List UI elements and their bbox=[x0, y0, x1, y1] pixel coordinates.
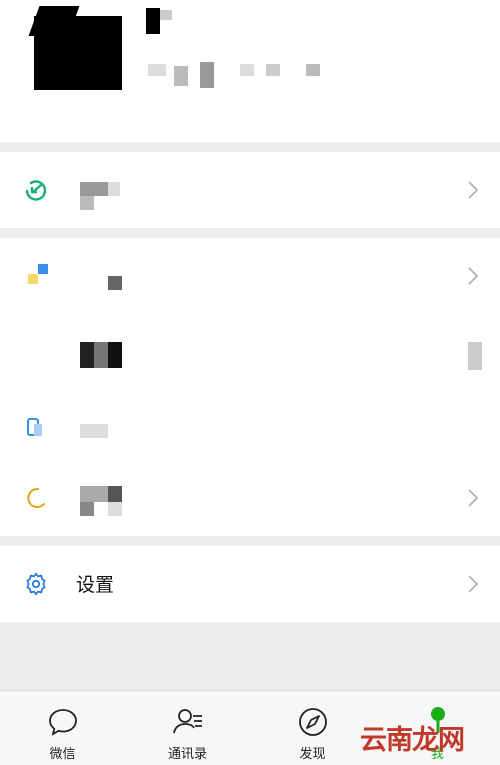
pay-icon bbox=[25, 180, 47, 201]
tab-label: 发现 bbox=[299, 747, 326, 762]
settings-icon bbox=[26, 572, 46, 596]
chat-bubble-icon bbox=[49, 709, 77, 736]
contacts-icon bbox=[173, 709, 202, 734]
chevron-right-icon bbox=[468, 575, 479, 593]
profile-id-redacted bbox=[240, 64, 254, 76]
profile-id-redacted bbox=[200, 62, 214, 88]
settings-label: 设置 bbox=[76, 574, 115, 596]
profile-id-redacted bbox=[266, 64, 280, 76]
favorites-icon bbox=[28, 264, 48, 284]
profile-id-redacted bbox=[306, 64, 320, 76]
menu-label-redacted bbox=[80, 424, 108, 438]
chevron-right-icon bbox=[468, 181, 479, 199]
menu-item-settings[interactable]: 设置 bbox=[0, 546, 500, 622]
menu-label-redacted bbox=[108, 342, 122, 368]
menu-group-2 bbox=[0, 238, 500, 536]
watermark: 云南龙网 bbox=[360, 725, 465, 756]
menu-label-redacted bbox=[80, 342, 94, 368]
menu-label-redacted bbox=[80, 196, 94, 210]
menu-label-redacted bbox=[108, 502, 122, 516]
menu-item-album[interactable] bbox=[0, 314, 500, 390]
menu-label-redacted bbox=[108, 486, 122, 502]
menu-label-redacted bbox=[80, 502, 94, 516]
profile-id-redacted bbox=[174, 66, 188, 86]
menu-label-redacted bbox=[80, 182, 108, 196]
profile-name-redacted bbox=[146, 8, 160, 34]
cards-icon bbox=[27, 418, 42, 436]
tab-label: 微信 bbox=[49, 747, 76, 762]
scroll-artifact bbox=[468, 342, 482, 370]
profile-header[interactable] bbox=[0, 0, 500, 142]
profile-name-redacted bbox=[160, 10, 172, 20]
avatar[interactable] bbox=[28, 6, 122, 90]
tab-contacts[interactable]: 通讯录 bbox=[125, 691, 250, 765]
menu-group-1 bbox=[0, 152, 500, 228]
sticker-icon bbox=[27, 487, 45, 508]
menu-label-redacted bbox=[80, 486, 108, 502]
compass-icon bbox=[299, 708, 327, 736]
menu-label-redacted bbox=[108, 276, 122, 290]
chevron-right-icon bbox=[468, 489, 479, 507]
menu-item-stickers[interactable] bbox=[0, 460, 500, 536]
tab-discover[interactable]: 发现 bbox=[250, 691, 375, 765]
menu-label-redacted bbox=[108, 182, 120, 196]
chevron-right-icon bbox=[468, 267, 479, 285]
tab-chats[interactable]: 微信 bbox=[0, 691, 125, 765]
profile-id-redacted bbox=[148, 64, 166, 76]
menu-item-favorites[interactable] bbox=[0, 238, 500, 314]
menu-item-pay[interactable] bbox=[0, 152, 500, 228]
menu-group-3: 设置 bbox=[0, 546, 500, 622]
menu-item-cards[interactable] bbox=[0, 390, 500, 466]
tab-label: 通讯录 bbox=[167, 747, 207, 762]
menu-label-redacted bbox=[94, 342, 108, 368]
